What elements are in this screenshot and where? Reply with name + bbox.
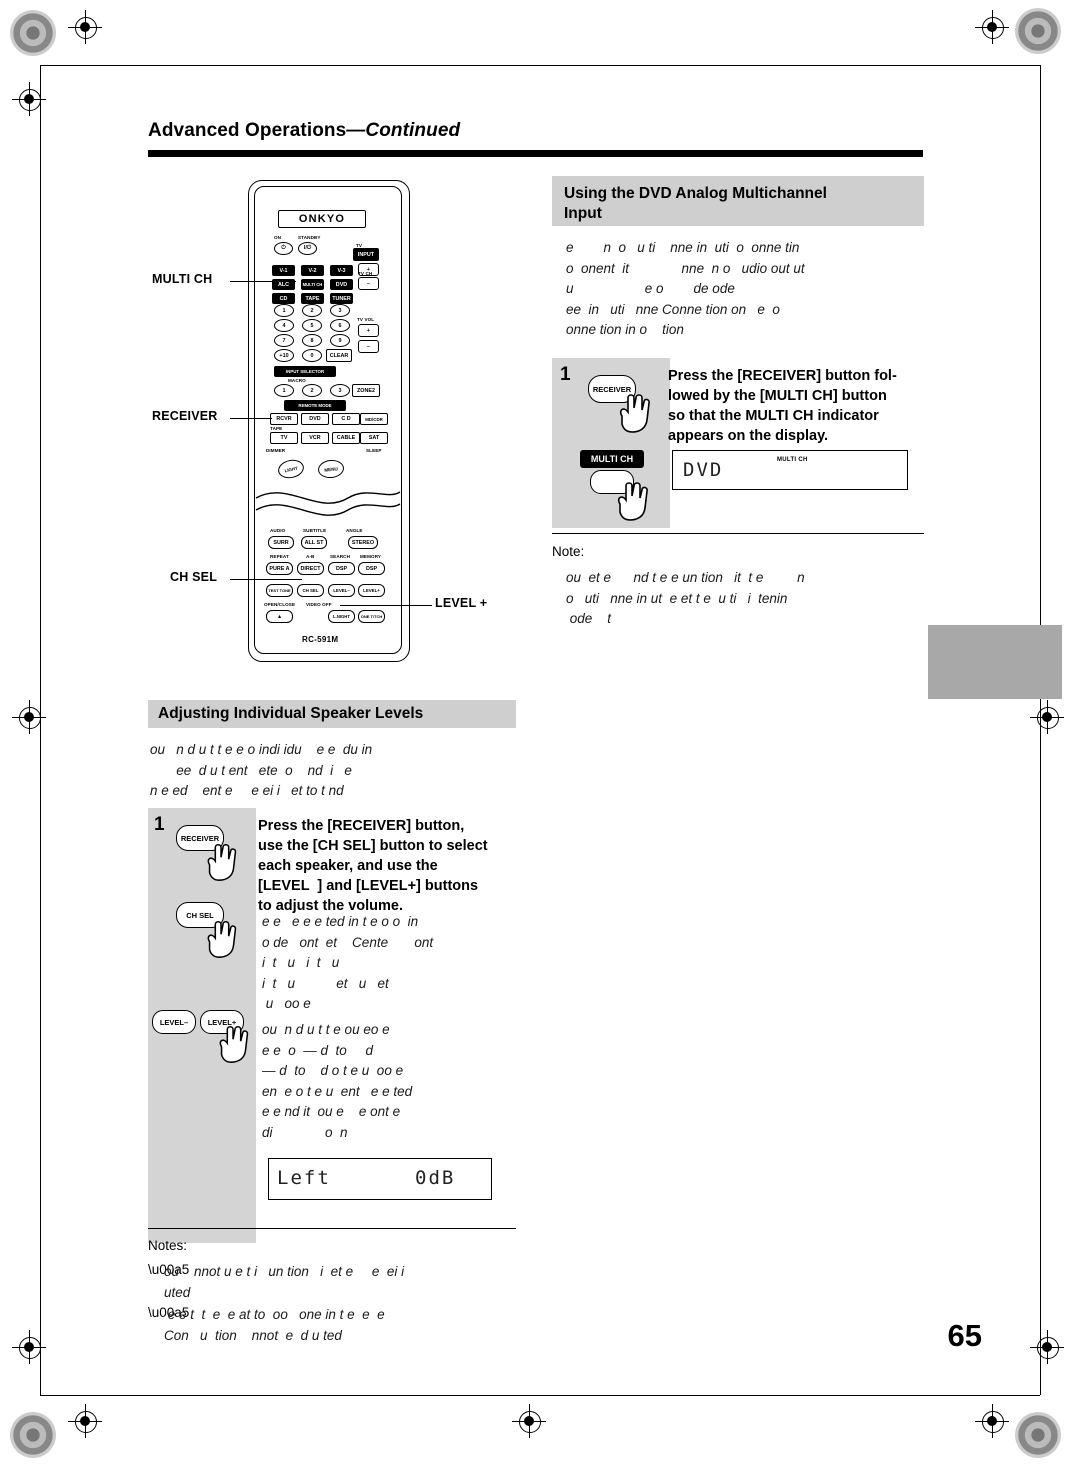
hand-cursor-icon-spk-1 — [207, 844, 237, 881]
key-stereo[interactable]: STEREO — [348, 536, 378, 549]
dvd-step-text: Press the [RECEIVER] button fol- lowed b… — [668, 368, 897, 444]
dvd-display-text: DVD — [683, 459, 724, 481]
label-video-off: VIDEO OFF — [306, 602, 332, 607]
key-one-touch[interactable]: ONE T/TCH — [358, 610, 385, 623]
key-pure-audio[interactable]: PURE A — [266, 562, 293, 575]
leader-ch-sel — [230, 579, 302, 580]
dvd-display-window: DVD MULTI CH — [672, 450, 908, 490]
callout-receiver: RECEIVER — [152, 409, 218, 423]
key-ch-sel[interactable]: CH SEL — [297, 584, 324, 597]
hand-cursor-icon-spk-2 — [207, 921, 237, 958]
label-repeat: REPEAT — [270, 554, 289, 559]
speaker-step-level-minus-button[interactable]: LEVEL– — [152, 1010, 196, 1034]
label-open-close: OPEN/CLOSE — [264, 602, 296, 607]
dvd-display-multich-indicator: MULTI CH — [777, 457, 808, 463]
speaker-body-text-1: e e e e e ted in t e o o in o de ont et … — [262, 914, 434, 1011]
dvd-note-text: ou et e nd t e e un tion it t e n o uti … — [566, 570, 805, 626]
label-angle: ANGLE — [346, 528, 363, 533]
label-memory: MEMORY — [360, 554, 382, 559]
page-title-continued: —Continued — [346, 120, 461, 141]
dvd-step-multich-label: MULTI CH — [580, 450, 644, 468]
speaker-display-level-value: 0dB — [415, 1167, 456, 1189]
section-title-dvd-line1: Using the DVD Analog Multichannel — [564, 185, 827, 202]
remote-control-illustration: ONKYO ON STANDBY TV ⏻ I/⏻ INPUT V-1 V-2 … — [248, 180, 410, 662]
key-surr[interactable]: SURR — [268, 536, 294, 549]
speaker-notes-label: Notes: — [148, 1238, 188, 1253]
section-title-speaker: Adjusting Individual Speaker Levels — [158, 705, 424, 722]
hand-cursor-icon-dvd — [619, 394, 650, 433]
page-number: 65 — [947, 1318, 982, 1353]
label-audio: AUDIO — [270, 528, 286, 533]
remote-model-number: RC-591M — [302, 635, 339, 644]
section-header-dvd: Using the DVD Analog Multichannel Input — [552, 176, 924, 226]
speaker-intro-text: ou n d u t t e e o indi idu e e du in ee… — [150, 742, 373, 798]
callout-multi-ch: MULTI CH — [152, 272, 213, 286]
key-all-st[interactable]: ALL ST — [301, 536, 327, 549]
section-header-speaker: Adjusting Individual Speaker Levels — [148, 700, 516, 728]
key-eject[interactable]: ▲ — [266, 610, 293, 623]
key-direct[interactable]: DIRECT — [297, 562, 324, 575]
label-subtitle: SUBTITLE — [303, 528, 327, 533]
callout-level: LEVEL + — [435, 596, 488, 610]
leader-level — [340, 605, 432, 606]
page-content: Advanced Operations—Continued ONKYO ON S… — [0, 0, 1080, 1468]
key-test-tone[interactable]: TEST TONE — [266, 584, 293, 597]
speaker-display-window: Left 0dB — [268, 1158, 492, 1200]
page-title: Advanced Operations—Continued — [148, 120, 460, 142]
dvd-note-label: Note: — [552, 544, 585, 559]
label-ab: A-B — [306, 554, 315, 559]
hand-cursor-icon-spk-3 — [219, 1026, 249, 1063]
page-title-main: Advanced Operations — [148, 120, 347, 141]
callout-ch-sel: CH SEL — [170, 570, 218, 584]
dvd-intro-text: e n o u ti nne in uti o onne tin o onent… — [566, 240, 805, 337]
dvd-step-number: 1 — [560, 364, 571, 385]
speaker-body-text-2: ou n d u t t e ou eo e e e o — d to d — … — [262, 1022, 413, 1140]
leader-multi-ch — [230, 281, 296, 282]
key-dsp-minus[interactable]: DSP — [328, 562, 355, 575]
speaker-notes-rule — [148, 1228, 516, 1229]
dvd-note-rule-top — [552, 533, 924, 534]
key-late-night[interactable]: L.NIGHT — [328, 610, 355, 623]
label-search: SEARCH — [330, 554, 350, 559]
speaker-step-number: 1 — [154, 814, 165, 835]
key-level-minus[interactable]: LEVEL– — [328, 584, 355, 597]
key-dsp-plus[interactable]: DSP — [358, 562, 385, 575]
leader-receiver — [230, 418, 272, 419]
section-title-dvd-line2: Input — [564, 205, 602, 222]
header-rule — [148, 150, 923, 157]
speaker-note-2: e e t t e e at to oo one in t e e e Con … — [164, 1307, 385, 1343]
key-level-plus[interactable]: LEVEL+ — [358, 584, 385, 597]
speaker-display-left-label: Left — [277, 1167, 331, 1189]
hand-cursor-icon-dvd-2 — [617, 482, 648, 521]
speaker-step-text: Press the [RECEIVER] button, use the [CH… — [258, 818, 488, 914]
speaker-note-1: ou nnot u e t i un tion i et e e ei i ut… — [164, 1264, 405, 1300]
